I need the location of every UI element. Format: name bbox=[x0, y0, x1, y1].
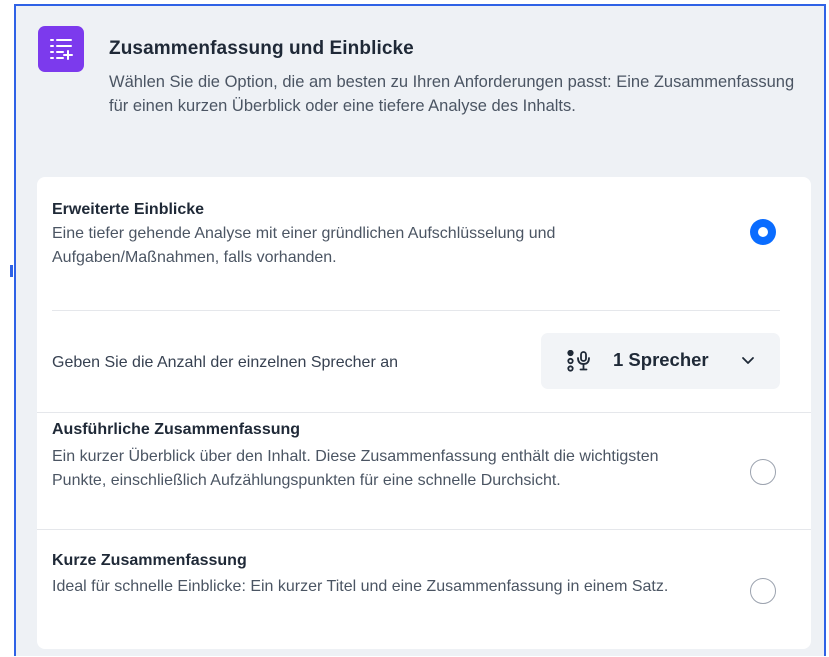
divider bbox=[37, 412, 811, 413]
option-short-radio[interactable] bbox=[750, 578, 776, 604]
option-advanced-radio[interactable] bbox=[750, 219, 776, 245]
speaker-count-label: Geben Sie die Anzahl der einzelnen Sprec… bbox=[52, 354, 399, 371]
list-sparkle-icon bbox=[38, 26, 84, 72]
option-advanced-title: Erweiterte Einblicke bbox=[52, 201, 205, 218]
option-short-description: Ideal für schnelle Einblicke: Ein kurzer… bbox=[52, 578, 669, 595]
speaker-voice-icon bbox=[567, 350, 590, 372]
option-advanced-description: Eine tiefer gehende Analyse mit einer gr… bbox=[52, 225, 556, 266]
chevron-down-icon bbox=[742, 357, 754, 364]
option-short-title: Kurze Zusammenfassung bbox=[52, 552, 247, 569]
left-edge-marker bbox=[10, 265, 13, 277]
section-description: Wählen Sie die Option, die am besten zu … bbox=[109, 73, 795, 115]
section-title: Zusammenfassung und Einblicke bbox=[109, 38, 414, 59]
divider bbox=[52, 310, 780, 311]
option-detailed-radio[interactable] bbox=[750, 459, 776, 485]
speaker-count-select[interactable]: 1 Sprecher bbox=[541, 333, 780, 389]
divider bbox=[37, 529, 811, 530]
option-detailed-title: Ausführliche Zusammenfassung bbox=[52, 421, 301, 438]
speaker-count-value: 1 Sprecher bbox=[613, 349, 709, 370]
option-detailed-description: Ein kurzer Überblick über den Inhalt. Di… bbox=[52, 448, 659, 489]
options-panel: Erweiterte Einblicke Eine tiefer gehende… bbox=[37, 177, 811, 649]
